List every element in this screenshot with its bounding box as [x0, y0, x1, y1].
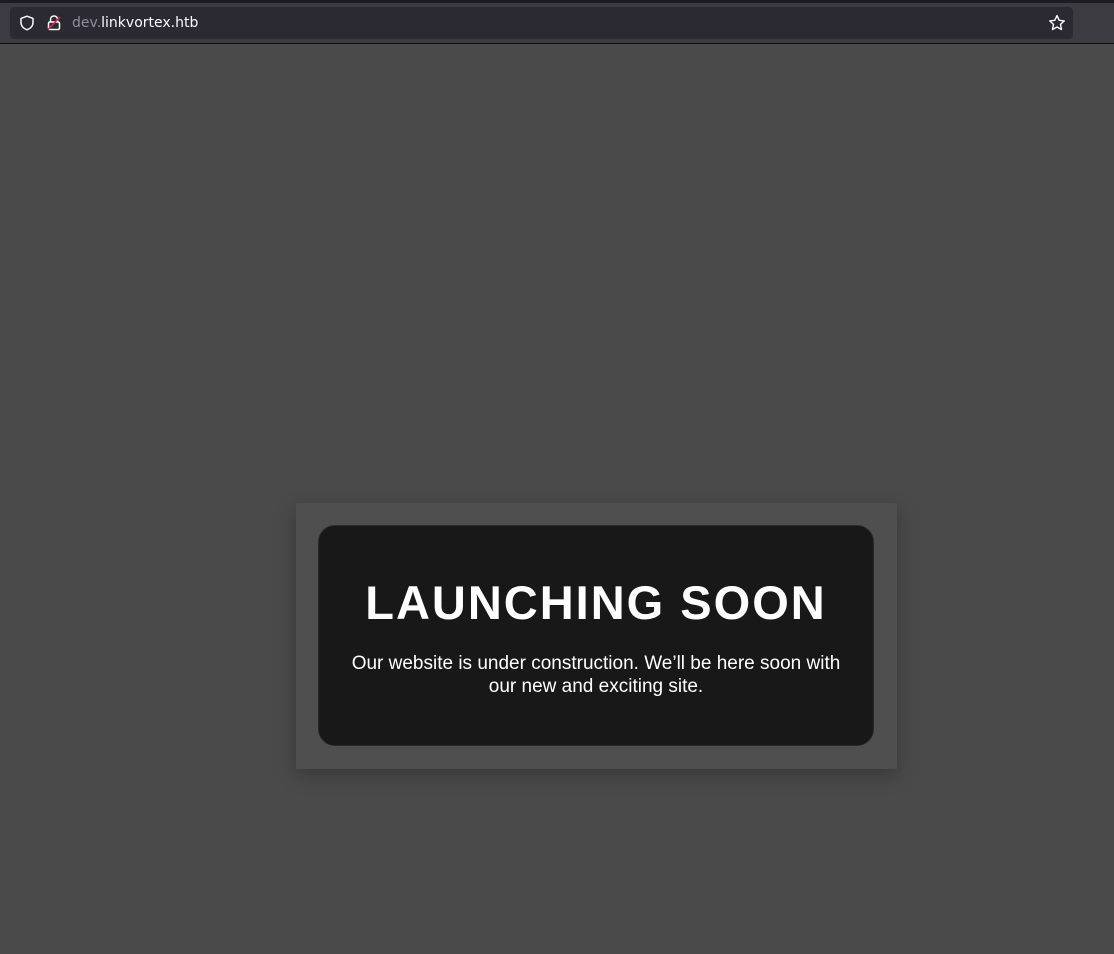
shield-icon[interactable]	[19, 15, 35, 31]
url-text[interactable]: dev.linkvortex.htb	[72, 15, 198, 31]
star-icon[interactable]	[1048, 14, 1066, 32]
launch-card: LAUNCHING SOON Our website is under cons…	[318, 525, 874, 746]
address-bar[interactable]: dev.linkvortex.htb	[10, 7, 1073, 39]
browser-toolbar: dev.linkvortex.htb	[0, 0, 1114, 44]
url-subdomain: dev.	[72, 15, 102, 31]
launch-frame: LAUNCHING SOON Our website is under cons…	[296, 503, 897, 769]
lock-icon[interactable]	[46, 14, 62, 31]
construction-message: Our website is under construction. We’ll…	[351, 653, 841, 697]
url-domain: linkvortex.htb	[101, 15, 199, 31]
page-title: LAUNCHING SOON	[365, 576, 827, 629]
